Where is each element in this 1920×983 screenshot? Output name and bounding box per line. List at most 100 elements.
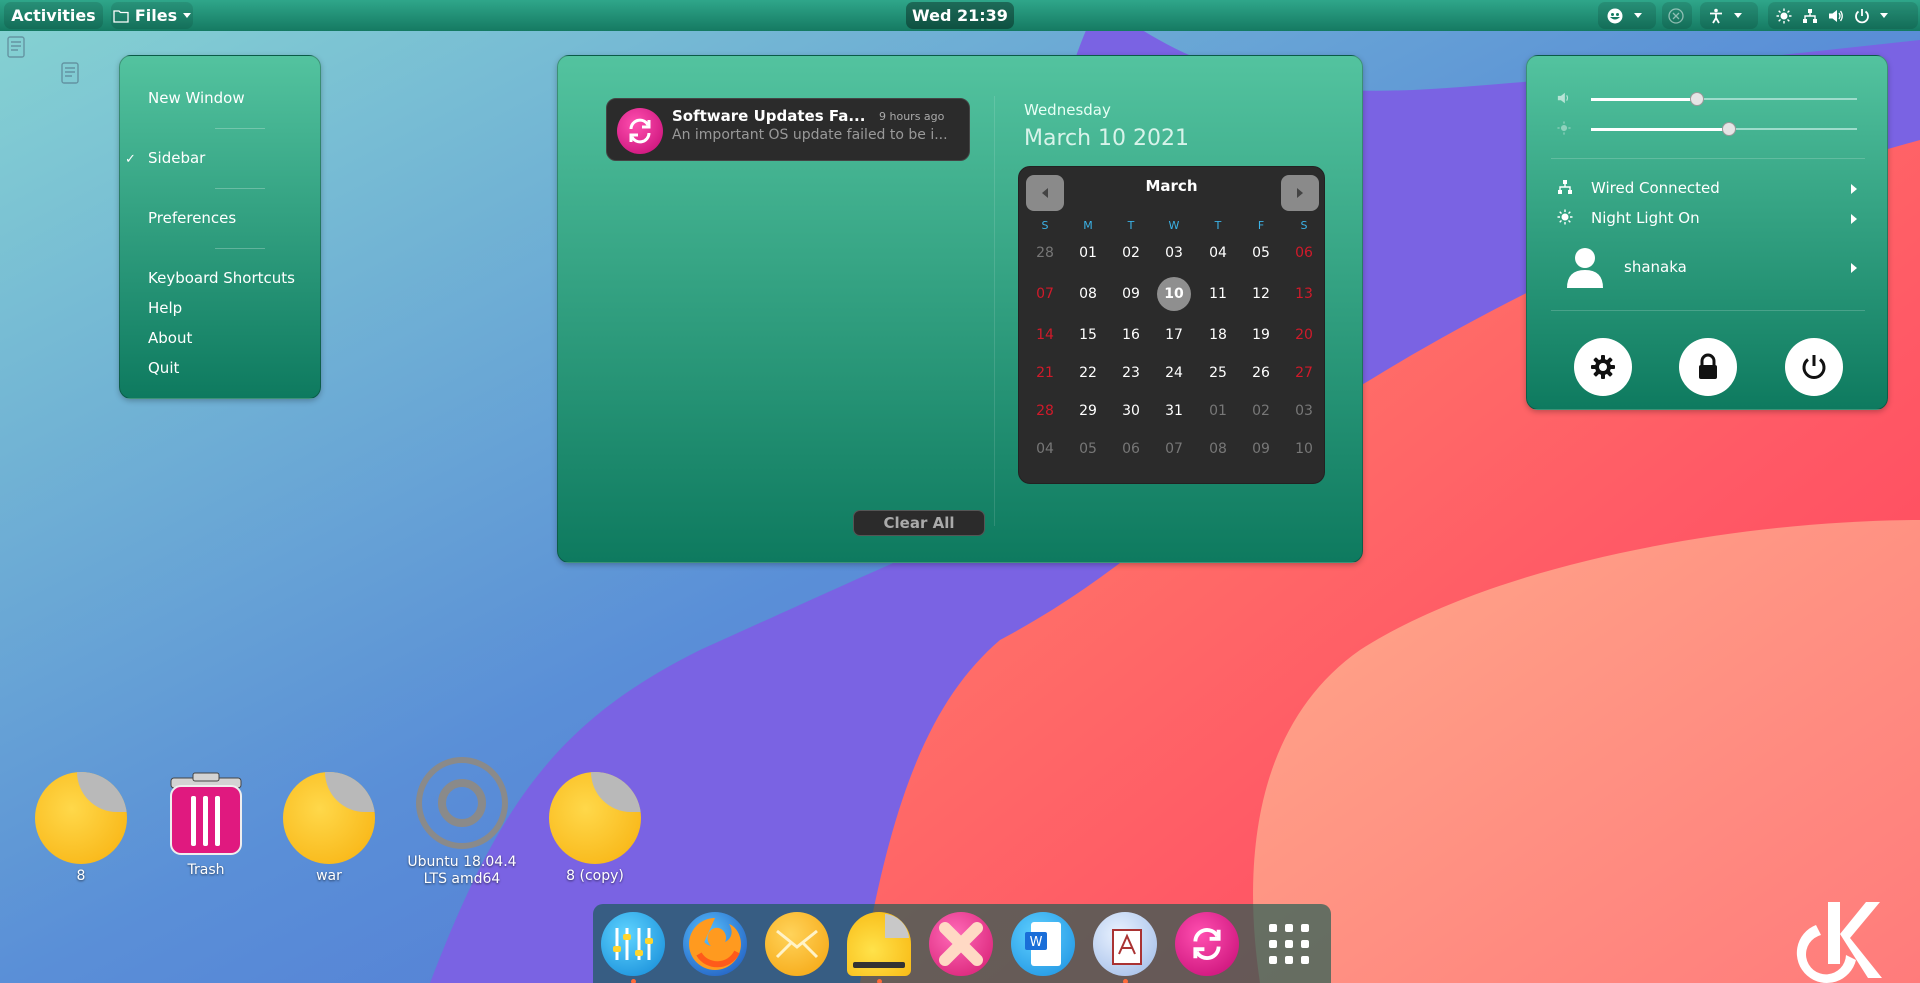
volume-icon — [1557, 92, 1569, 104]
desktop-icon-trash[interactable]: Trash — [156, 772, 256, 878]
indicator-menu-button[interactable] — [1598, 2, 1656, 29]
calendar-day[interactable]: 14 — [1028, 318, 1062, 352]
desktop-icon-folder[interactable]: war — [279, 772, 379, 884]
software-updater-icon — [1193, 928, 1221, 960]
calendar-day[interactable]: 07 — [1028, 277, 1062, 311]
dock-app-writer[interactable]: W — [1011, 912, 1075, 976]
menu-item-about[interactable]: About — [148, 329, 192, 347]
calendar-day[interactable]: 18 — [1201, 318, 1235, 352]
calendar-day[interactable]: 10 — [1157, 277, 1191, 311]
calendar-day[interactable]: 28 — [1028, 394, 1062, 428]
calendar-day[interactable]: 16 — [1114, 318, 1148, 352]
desktop-icon-folder[interactable]: 8 — [31, 772, 131, 884]
calendar-day[interactable]: 01 — [1071, 236, 1105, 270]
calendar-day[interactable]: 09 — [1244, 432, 1278, 466]
calendar-day[interactable]: 12 — [1244, 277, 1278, 311]
power-off-button[interactable] — [1785, 338, 1843, 396]
optical-disc-icon — [416, 757, 508, 849]
user-menu-item[interactable]: shanaka — [1527, 242, 1889, 292]
lock-button[interactable] — [1679, 338, 1737, 396]
calendar-day[interactable]: 04 — [1201, 236, 1235, 270]
document-icon[interactable] — [6, 36, 26, 58]
notification-body: An important OS update failed to be i... — [672, 127, 948, 143]
calendar-day[interactable]: 05 — [1244, 236, 1278, 270]
calendar-day[interactable]: 10 — [1287, 432, 1321, 466]
menu-item-sidebar[interactable]: Sidebar — [148, 149, 205, 167]
calendar-day[interactable]: 07 — [1157, 432, 1191, 466]
calendar-day[interactable]: 22 — [1071, 356, 1105, 390]
dock-app-software-updater[interactable] — [1175, 912, 1239, 976]
calendar-day[interactable]: 20 — [1287, 318, 1321, 352]
lock-icon — [1699, 353, 1717, 379]
dock-app-text-editor[interactable] — [1093, 912, 1157, 976]
chevron-down-icon — [1634, 13, 1642, 18]
calendar-day[interactable]: 19 — [1244, 318, 1278, 352]
kde-logo-icon — [1796, 902, 1882, 983]
dock-app-mixer[interactable] — [601, 912, 665, 976]
calendar-day[interactable]: 01 — [1201, 394, 1235, 428]
next-month-button[interactable] — [1281, 175, 1319, 211]
clock-button[interactable]: Wed 21:39 — [906, 2, 1014, 29]
dock-app-mail[interactable] — [765, 912, 829, 976]
calendar-day[interactable]: 31 — [1157, 394, 1191, 428]
calendar-day[interactable]: 30 — [1114, 394, 1148, 428]
calendar-day[interactable]: 05 — [1071, 432, 1105, 466]
night-light-label: Night Light On — [1591, 209, 1700, 227]
software-updater-icon — [617, 108, 663, 154]
calendar-day[interactable]: 08 — [1071, 277, 1105, 311]
activities-button[interactable]: Activities — [4, 2, 103, 29]
clear-all-button[interactable]: Clear All — [853, 510, 985, 536]
dock-app-firefox[interactable] — [683, 912, 747, 976]
menu-item-preferences[interactable]: Preferences — [148, 209, 236, 227]
running-indicator — [1123, 979, 1128, 983]
calendar-day[interactable]: 02 — [1114, 236, 1148, 270]
calendar-day[interactable]: 24 — [1157, 356, 1191, 390]
calendar-day[interactable]: 13 — [1287, 277, 1321, 311]
notification-title: Software Updates Fa... — [672, 107, 866, 125]
calendar-month-label: March — [1145, 177, 1198, 195]
calendar-day[interactable]: 09 — [1114, 277, 1148, 311]
menu-item-keyboard-shortcuts[interactable]: Keyboard Shortcuts — [148, 269, 295, 287]
volume-slider[interactable] — [1591, 92, 1857, 114]
calendar-day[interactable]: 17 — [1157, 318, 1191, 352]
night-light-menu-item[interactable]: Night Light On — [1527, 206, 1889, 232]
menu-item-new-window[interactable]: New Window — [148, 89, 245, 107]
calendar-day[interactable]: 08 — [1201, 432, 1235, 466]
calendar-day[interactable]: 06 — [1114, 432, 1148, 466]
clock-label: Wed 21:39 — [912, 6, 1008, 25]
show-applications-button[interactable] — [1257, 912, 1321, 976]
brightness-slider[interactable] — [1591, 122, 1857, 144]
notification-card[interactable]: Software Updates Fa... 9 hours ago An im… — [606, 98, 970, 161]
dock-app-tweaks[interactable] — [929, 912, 993, 976]
calendar-day[interactable]: 23 — [1114, 356, 1148, 390]
desktop-icon-folder[interactable]: 8 (copy) — [545, 772, 645, 884]
menu-item-help[interactable]: Help — [148, 299, 182, 317]
calendar-day[interactable]: 02 — [1244, 394, 1278, 428]
calendar-day[interactable]: 03 — [1157, 236, 1191, 270]
calendar-day[interactable]: 04 — [1028, 432, 1062, 466]
settings-button[interactable] — [1574, 338, 1632, 396]
accessibility-menu-button[interactable] — [1700, 2, 1758, 29]
calendar-day[interactable]: 29 — [1071, 394, 1105, 428]
close-indicator-button[interactable] — [1662, 2, 1692, 29]
calendar-day[interactable]: 25 — [1201, 356, 1235, 390]
app-menu-button[interactable]: Files — [111, 2, 193, 29]
night-light-icon — [1557, 209, 1573, 225]
panel-divider — [994, 96, 995, 526]
calendar-day[interactable]: 03 — [1287, 394, 1321, 428]
desktop-icon-disc[interactable]: Ubuntu 18.04.4 LTS amd64 — [397, 756, 527, 888]
document-icon[interactable] — [60, 62, 80, 84]
calendar-day[interactable]: 06 — [1287, 236, 1321, 270]
calendar-day[interactable]: 21 — [1028, 356, 1062, 390]
system-menu-button[interactable] — [1768, 2, 1918, 29]
dock-app-files[interactable] — [847, 912, 911, 976]
equalizer-icon — [613, 928, 653, 960]
calendar-day[interactable]: 26 — [1244, 356, 1278, 390]
network-menu-item[interactable]: Wired Connected — [1527, 176, 1889, 202]
calendar-day[interactable]: 15 — [1071, 318, 1105, 352]
menu-item-quit[interactable]: Quit — [148, 359, 179, 377]
calendar-day[interactable]: 28 — [1028, 236, 1062, 270]
folder-icon — [113, 9, 129, 23]
calendar-day[interactable]: 27 — [1287, 356, 1321, 390]
calendar-day[interactable]: 11 — [1201, 277, 1235, 311]
